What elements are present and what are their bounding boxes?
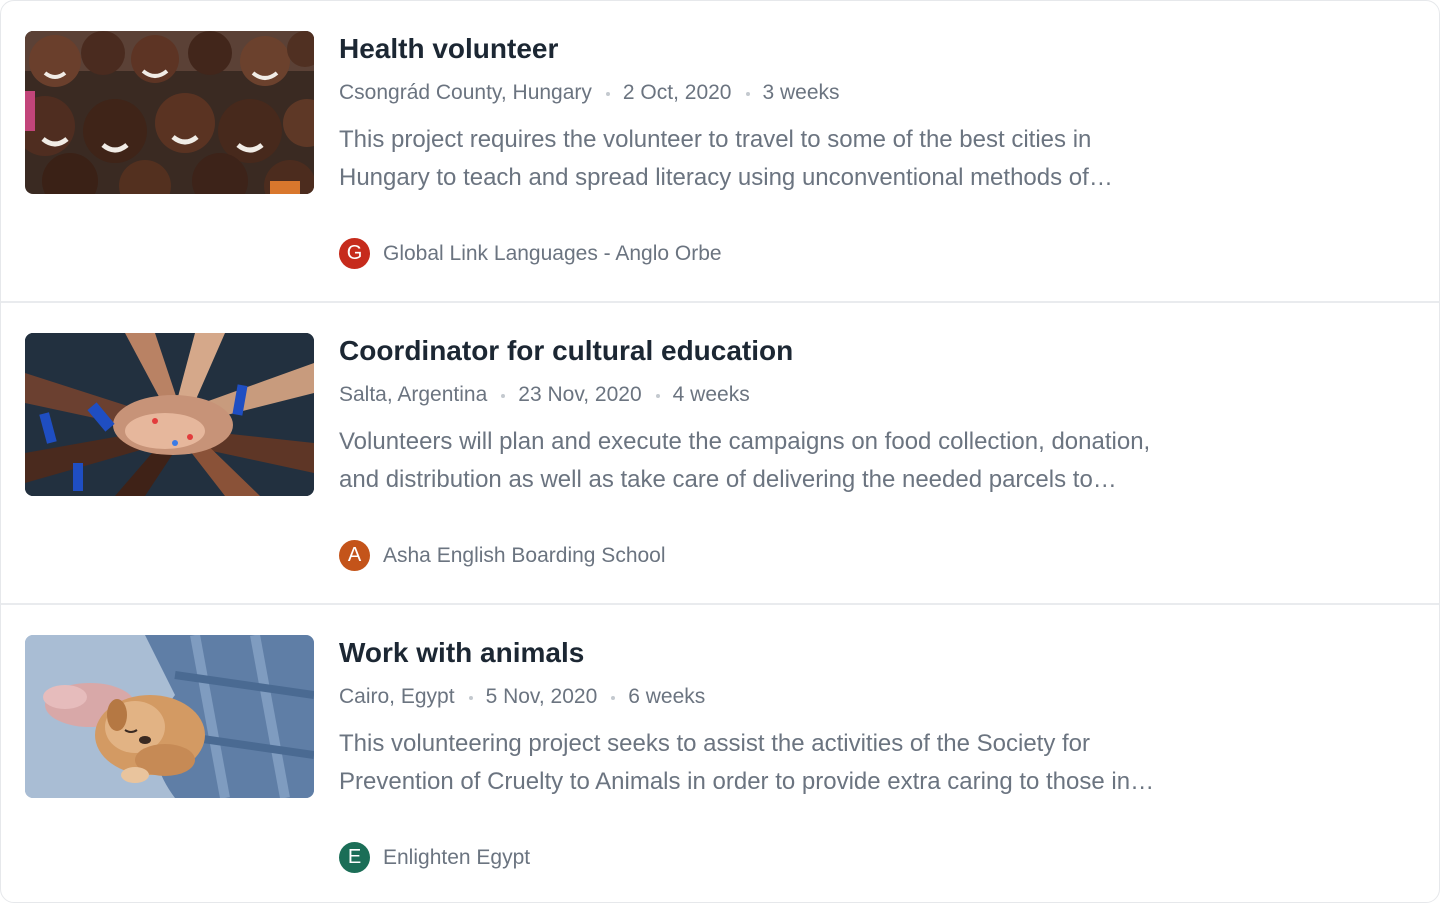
listing-title[interactable]: Coordinator for cultural education [339,331,1169,371]
separator-dot-icon [468,696,473,700]
separator-dot-icon [605,92,610,96]
listing-organization[interactable]: G Global Link Languages - Anglo Orbe [339,238,1169,269]
organization-avatar: G [339,238,370,269]
listing-content: Work with animals Cairo, Egypt 5 Nov, 20… [339,633,1169,873]
organization-name[interactable]: Global Link Languages - Anglo Orbe [383,242,722,266]
organization-avatar: E [339,842,370,873]
stacked-hands-photo [25,333,314,496]
listing-title[interactable]: Work with animals [339,633,1169,673]
listing-description: Volunteers will plan and execute the cam… [339,428,1151,493]
listing-thumbnail[interactable] [25,333,314,496]
organization-name[interactable]: Enlighten Egypt [383,846,530,870]
separator-dot-icon [611,696,616,700]
listing-organization[interactable]: E Enlighten Egypt [339,842,1169,873]
listing-description: This volunteering project seeks to assis… [339,730,1131,795]
listing-title[interactable]: Health volunteer [339,29,1169,69]
listing-duration: 6 weeks [628,685,706,708]
listing-card[interactable]: Coordinator for cultural education Salta… [1,303,1439,605]
separator-dot-icon [655,394,660,398]
listing-location: Cairo, Egypt [339,685,455,708]
listing-meta: Cairo, Egypt 5 Nov, 2020 6 weeks [339,682,1169,712]
listing-organization[interactable]: A Asha English Boarding School [339,540,1169,571]
listing-content: Health volunteer Csongrád County, Hungar… [339,29,1169,269]
listing-thumbnail[interactable] [25,31,314,194]
organization-name[interactable]: Asha English Boarding School [383,544,666,568]
listing-meta: Csongrád County, Hungary 2 Oct, 2020 3 w… [339,78,1169,108]
listing-content: Coordinator for cultural education Salta… [339,331,1169,571]
separator-dot-icon [501,394,506,398]
listing-meta: Salta, Argentina 23 Nov, 2020 4 weeks [339,380,1169,410]
listing-card[interactable]: Work with animals Cairo, Egypt 5 Nov, 20… [1,605,1439,902]
organization-avatar: A [339,540,370,571]
group-of-smiling-children-photo [25,31,314,194]
listing-duration: 3 weeks [762,81,840,104]
listing-location: Csongrád County, Hungary [339,81,592,104]
puppy-in-arms-photo [25,635,314,798]
listing-date: 23 Nov, 2020 [518,383,642,406]
listing-duration: 4 weeks [672,383,750,406]
separator-dot-icon [745,92,750,96]
listing-date: 2 Oct, 2020 [622,81,732,104]
volunteer-listing-list: Health volunteer Csongrád County, Hungar… [0,0,1440,903]
listing-thumbnail[interactable] [25,635,314,798]
listing-card[interactable]: Health volunteer Csongrád County, Hungar… [1,1,1439,303]
listing-description: This project requires the volunteer to t… [339,126,1092,191]
listing-date: 5 Nov, 2020 [485,685,598,708]
listing-location: Salta, Argentina [339,383,488,406]
